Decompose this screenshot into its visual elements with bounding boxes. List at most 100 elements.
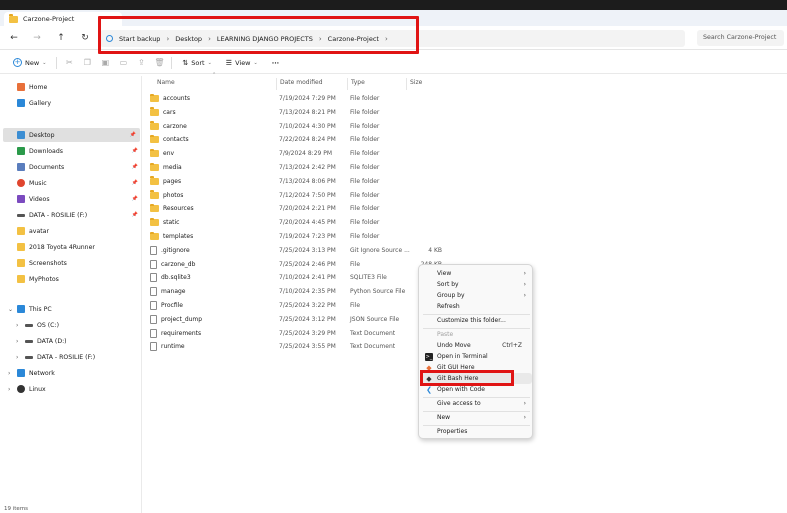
column-size[interactable]: Size (406, 78, 422, 90)
menu-item-customize-folder[interactable]: Customize this folder... (421, 315, 532, 326)
address-bar[interactable]: Start backup › Desktop › LEARNING DJANGO… (100, 30, 685, 47)
file-row[interactable]: .gitignore 7/25/2024 3:13 PM Git Ignore So… (150, 244, 530, 257)
search-input[interactable]: Search Carzone-Project (697, 30, 784, 46)
sidebar-item-2018-toyota-4runner[interactable]: 2018 Toyota 4Runner (0, 240, 142, 254)
breadcrumb-separator[interactable]: › (319, 35, 322, 43)
chevron-right-icon: › (523, 400, 526, 407)
sidebar-item-label: Documents (29, 163, 65, 171)
back-icon[interactable]: ← (8, 32, 20, 44)
column-name[interactable]: Name (154, 78, 175, 90)
chevron-right-icon[interactable]: › (16, 338, 18, 345)
more-options-button[interactable]: ··· (268, 55, 283, 71)
menu-item-new[interactable]: New › (421, 412, 532, 423)
sidebar-item-data-d[interactable]: › DATA (D:) (0, 334, 142, 348)
file-type: File folder (350, 150, 380, 158)
sidebar-item-avatar[interactable]: avatar (0, 224, 142, 238)
sort-button[interactable]: ⇅ Sort ⌄ (178, 55, 215, 71)
breadcrumb-start-backup[interactable]: Start backup (119, 35, 160, 43)
folder-icon (150, 121, 159, 130)
file-row[interactable]: contacts 7/22/2024 8:24 PM File folder (150, 133, 530, 146)
menu-item-view[interactable]: View › (421, 268, 532, 279)
chevron-right-icon[interactable]: › (8, 386, 10, 393)
file-row[interactable]: pages 7/13/2024 8:06 PM File folder (150, 175, 530, 188)
new-button[interactable]: + New ⌄ (9, 55, 50, 71)
sidebar-item-videos[interactable]: Videos 📌 (0, 192, 142, 206)
breadcrumb-learning-django[interactable]: LEARNING DJANGO PROJECTS (217, 35, 313, 43)
file-row[interactable]: cars 7/13/2024 8:21 PM File folder (150, 106, 530, 119)
menu-item-give-access[interactable]: Give access to › (421, 398, 532, 409)
sidebar-item-network[interactable]: › Network (0, 366, 142, 380)
chevron-right-icon[interactable]: › (16, 322, 18, 329)
sidebar-item-music[interactable]: Music 📌 (0, 176, 142, 190)
copy-icon[interactable]: ❐ (81, 57, 93, 69)
sidebar-item-home[interactable]: Home (0, 80, 142, 94)
menu-item-sort-by[interactable]: Sort by › (421, 279, 532, 290)
breadcrumb-carzone-project[interactable]: Carzone-Project (328, 35, 379, 43)
sidebar-item-downloads[interactable]: Downloads 📌 (0, 144, 142, 158)
menu-item-git-bash[interactable]: ◆ Git Bash Here (421, 373, 532, 384)
forward-icon[interactable]: → (31, 32, 43, 44)
file-date: 7/25/2024 2:46 PM (279, 260, 336, 268)
column-date[interactable]: Date modified (276, 78, 323, 90)
paste-icon[interactable]: ▣ (99, 57, 111, 69)
view-button[interactable]: ☰ View ⌄ (222, 55, 262, 71)
sidebar-item-linux[interactable]: › Linux (0, 382, 142, 396)
home-icon (17, 83, 25, 91)
drive-icon (25, 323, 33, 327)
column-type[interactable]: Type (347, 78, 365, 90)
menu-item-properties[interactable]: Properties (421, 426, 532, 437)
tab-carzone-project[interactable]: Carzone-Project (4, 12, 122, 26)
file-row[interactable]: photos 7/12/2024 7:50 PM File folder (150, 189, 530, 202)
sidebar-item-screenshots[interactable]: Screenshots (0, 256, 142, 270)
file-date: 7/22/2024 8:24 PM (279, 136, 336, 144)
breadcrumb-separator[interactable]: › (208, 35, 211, 43)
sidebar-item-gallery[interactable]: Gallery (0, 96, 142, 110)
sidebar-item-desktop[interactable]: Desktop 📌 (3, 128, 140, 142)
file-date: 7/25/2024 3:22 PM (279, 302, 336, 309)
folder-icon (150, 231, 159, 240)
file-row[interactable]: carzone 7/10/2024 4:30 PM File folder (150, 120, 530, 133)
breadcrumb-separator[interactable]: › (385, 35, 388, 43)
up-icon[interactable]: ↑ (55, 32, 67, 44)
share-icon[interactable]: ⇪ (135, 57, 147, 69)
sidebar-item-data-rosilie-f[interactable]: DATA - ROSILIE (F:) 📌 (0, 208, 142, 222)
menu-item-group-by[interactable]: Group by › (421, 290, 532, 301)
file-row[interactable]: accounts 7/19/2024 7:29 PM File folder (150, 92, 530, 105)
file-row[interactable]: Resources 7/20/2024 2:21 PM File folder (150, 202, 530, 215)
file-row[interactable]: media 7/13/2024 2:42 PM File folder (150, 161, 530, 174)
menu-item-git-gui[interactable]: ◆ Git GUI Here (421, 362, 532, 373)
breadcrumb-desktop[interactable]: Desktop (175, 35, 202, 43)
sidebar-item-documents[interactable]: Documents 📌 (0, 160, 142, 174)
file-type: Git Ignore Source ... (350, 246, 410, 254)
menu-item-refresh[interactable]: Refresh (421, 301, 532, 312)
undo-shortcut: Ctrl+Z (502, 342, 522, 349)
sidebar-item-myphotos[interactable]: MyPhotos (0, 272, 142, 286)
menu-item-undo-move[interactable]: Undo Move Ctrl+Z (421, 340, 532, 351)
folder-icon (17, 259, 25, 267)
rename-icon[interactable]: ▭ (117, 57, 129, 69)
git-gui-label: Git GUI Here (437, 364, 475, 371)
sidebar-item-os-c[interactable]: › OS (C:) (0, 318, 142, 332)
delete-icon[interactable]: 🗑 (153, 57, 165, 69)
cut-icon[interactable]: ✂ (63, 57, 75, 69)
chevron-right-icon[interactable]: › (8, 370, 10, 377)
context-menu: View › Sort by › Group by › Refresh Cust… (418, 264, 533, 439)
file-row[interactable]: static 7/20/2024 4:45 PM File folder (150, 216, 530, 229)
file-row[interactable]: templates 7/19/2024 7:23 PM File folder (150, 230, 530, 243)
sidebar-item-this-pc[interactable]: ⌄ This PC (0, 302, 142, 316)
sidebar-item-label: Screenshots (29, 259, 67, 267)
menu-item-open-terminal[interactable]: >_ Open in Terminal (421, 351, 532, 362)
refresh-icon[interactable]: ↻ (79, 32, 91, 44)
folder-icon (150, 176, 159, 185)
menu-item-paste[interactable]: Paste (421, 329, 532, 340)
file-date: 7/25/2024 3:12 PM (279, 315, 336, 323)
chevron-right-icon[interactable]: › (16, 354, 18, 361)
command-bar: + New ⌄ ✂ ❐ ▣ ▭ ⇪ 🗑 ⇅ Sort ⌄ ☰ View ⌄ ··… (0, 52, 787, 74)
file-size (410, 106, 442, 119)
menu-item-open-with-code[interactable]: ❮ Open with Code (421, 384, 532, 395)
breadcrumb-separator[interactable]: › (166, 35, 169, 43)
file-row[interactable]: env 7/9/2024 8:29 PM File folder (150, 147, 530, 160)
toolbar-divider (171, 56, 173, 69)
sidebar-item-data-rosilie-f[interactable]: › DATA - ROSILIE (F:) (0, 350, 142, 364)
chevron-down-icon[interactable]: ⌄ (8, 306, 13, 313)
